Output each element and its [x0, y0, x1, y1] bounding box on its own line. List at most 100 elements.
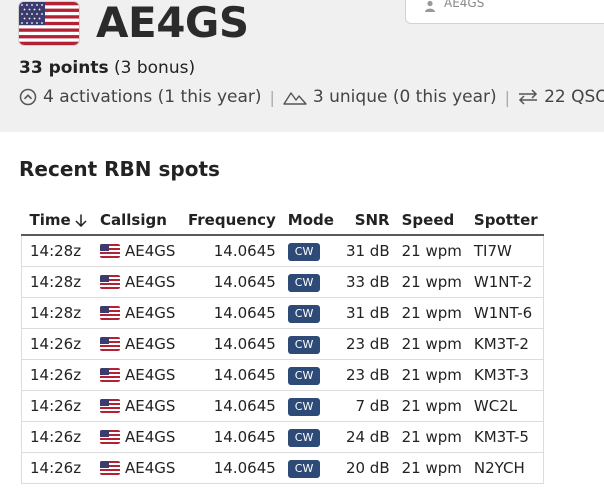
search-value: AE4GS: [444, 0, 485, 10]
table-row: 14:26z AE4GS 14.0645 CW 23 dB 21 wpm KM3T-2: [21, 328, 545, 360]
cell-spotter: KM3T-3: [467, 359, 545, 391]
table-row: 14:26z AE4GS 14.0645 CW 23 dB 21 wpm KM3T-3: [21, 359, 545, 391]
cell-snr: 33 dB: [339, 266, 396, 298]
cell-callsign: AE4GS: [94, 328, 182, 360]
cell-spotter: WC2L: [467, 390, 545, 422]
column-header-callsign[interactable]: Callsign: [94, 206, 182, 236]
cell-snr: 31 dB: [339, 297, 396, 329]
mode-badge: CW: [287, 429, 321, 447]
cell-mode: CW: [281, 235, 340, 267]
cell-snr: 7 dB: [339, 390, 396, 422]
cell-spotter: W1NT-2: [467, 266, 545, 298]
column-header-spotter[interactable]: Spotter: [467, 206, 544, 236]
cell-mode: CW: [281, 421, 340, 453]
cell-time: 14:26z: [21, 359, 94, 391]
cell-callsign: AE4GS: [94, 235, 182, 267]
mode-badge: CW: [287, 460, 321, 478]
chevron-up-circle-icon: [19, 88, 37, 106]
cell-frequency: 14.0645: [182, 359, 282, 391]
column-header-time[interactable]: Time: [21, 206, 94, 236]
cell-spotter: KM3T-5: [467, 421, 545, 453]
cell-time: 14:26z: [21, 328, 94, 360]
cell-callsign: AE4GS: [94, 452, 182, 484]
cell-speed: 21 wpm: [395, 266, 468, 298]
stat-activations: 4 activations (1 this year): [19, 87, 262, 107]
mountain-icon: [283, 92, 307, 105]
cell-speed: 21 wpm: [395, 421, 468, 453]
mode-badge: CW: [287, 243, 321, 261]
cell-speed: 21 wpm: [395, 390, 468, 422]
sort-down-arrow-icon: [75, 214, 87, 228]
callsign-header: AE4GS AE4GS 33 points (3 bonus) 4 activa…: [0, 0, 604, 132]
cell-time: 14:26z: [21, 390, 94, 422]
mode-badge: CW: [287, 398, 321, 416]
cell-time: 14:26z: [21, 421, 94, 453]
mode-badge: CW: [287, 336, 321, 354]
cell-frequency: 14.0645: [182, 328, 282, 360]
us-flag-icon: [100, 275, 120, 289]
cell-callsign: AE4GS: [94, 359, 182, 391]
stat-unique-label: 3 unique (0 this year): [312, 87, 497, 107]
column-header-mode[interactable]: Mode: [281, 206, 340, 236]
cell-mode: CW: [281, 390, 340, 422]
cell-frequency: 14.0645: [182, 297, 282, 329]
cell-frequency: 14.0645: [182, 421, 282, 453]
cell-spotter: TI7W: [467, 235, 545, 267]
stat-qsos-label: 22 QSOs: [544, 87, 604, 107]
cell-speed: 21 wpm: [395, 452, 468, 484]
points-summary: 33 points (3 bonus): [19, 58, 195, 78]
cell-callsign-text: AE4GS: [125, 273, 176, 291]
column-header-label: Time: [29, 211, 71, 229]
section-title: Recent RBN spots: [19, 157, 220, 181]
us-flag-icon: [100, 430, 120, 444]
cell-callsign-text: AE4GS: [125, 242, 176, 260]
us-flag-icon: [100, 244, 120, 258]
cell-mode: CW: [281, 297, 340, 329]
cell-frequency: 14.0645: [182, 266, 282, 298]
cell-speed: 21 wpm: [395, 328, 468, 360]
cell-callsign-text: AE4GS: [125, 366, 176, 384]
column-header-speed[interactable]: Speed: [395, 206, 468, 236]
cell-callsign: AE4GS: [94, 390, 182, 422]
cell-callsign-text: AE4GS: [125, 428, 176, 446]
cell-spotter: W1NT-6: [467, 297, 545, 329]
cell-frequency: 14.0645: [182, 452, 282, 484]
user-icon: [424, 0, 436, 16]
cell-callsign-text: AE4GS: [125, 397, 176, 415]
cell-snr: 23 dB: [339, 328, 396, 360]
cell-mode: CW: [281, 266, 340, 298]
search-input[interactable]: AE4GS: [405, 0, 604, 24]
cell-time: 14:28z: [21, 266, 94, 298]
cell-frequency: 14.0645: [182, 235, 282, 267]
mode-badge: CW: [287, 274, 321, 292]
stat-separator: |: [269, 87, 275, 107]
stat-separator: |: [504, 87, 511, 107]
us-flag-icon: [19, 2, 79, 45]
cell-spotter: KM3T-2: [467, 328, 545, 360]
cell-snr: 23 dB: [339, 359, 396, 391]
column-header-snr[interactable]: SNR: [339, 206, 396, 236]
cell-time: 14:28z: [21, 235, 94, 267]
page-title: AE4GS: [96, 0, 249, 47]
cell-frequency: 14.0645: [182, 390, 282, 422]
stats-bar: 4 activations (1 this year) | 3 unique (…: [19, 85, 604, 109]
cell-speed: 21 wpm: [395, 359, 468, 391]
us-flag-icon: [100, 337, 120, 351]
cell-mode: CW: [281, 359, 340, 391]
points-total: 33 points: [19, 58, 109, 78]
table-row: 14:26z AE4GS 14.0645 CW 24 dB 21 wpm KM3T-5: [21, 421, 545, 453]
cell-speed: 21 wpm: [395, 235, 468, 267]
column-header-frequency[interactable]: Frequency: [182, 206, 282, 236]
rbn-spots-table: Time Callsign Frequency Mode SNR Speed S…: [21, 206, 545, 484]
cell-callsign: AE4GS: [94, 266, 182, 298]
cell-snr: 24 dB: [339, 421, 396, 453]
cell-mode: CW: [281, 452, 340, 484]
cell-time: 14:26z: [21, 452, 94, 484]
stat-qsos: 22 QSOs: [518, 87, 604, 107]
cell-snr: 31 dB: [339, 235, 396, 267]
cell-callsign: AE4GS: [94, 421, 182, 453]
us-flag-icon: [100, 461, 120, 475]
table-row: 14:28z AE4GS 14.0645 CW 31 dB 21 wpm W1NT-6: [21, 297, 545, 329]
table-header-row: Time Callsign Frequency Mode SNR Speed S…: [21, 206, 544, 236]
points-bonus: (3 bonus): [114, 58, 196, 78]
